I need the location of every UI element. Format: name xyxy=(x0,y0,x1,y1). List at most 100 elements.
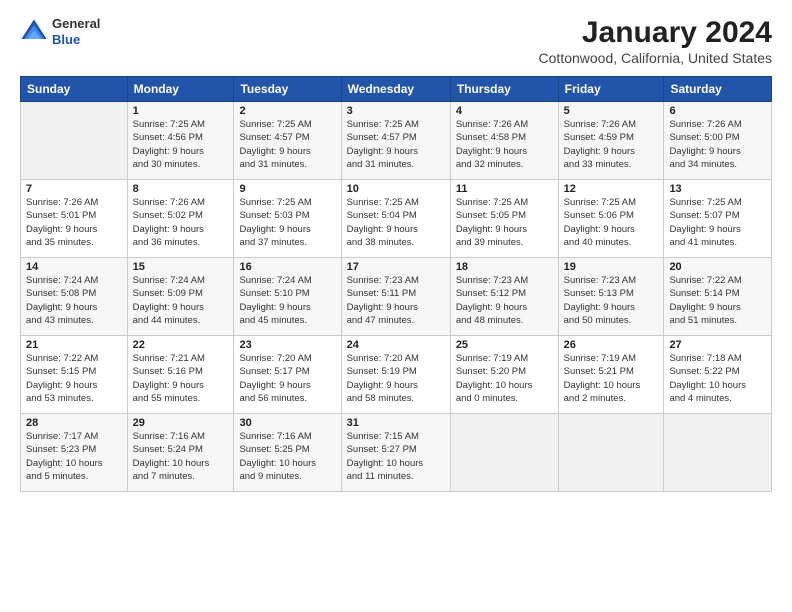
day-info: Sunrise: 7:17 AM Sunset: 5:23 PM Dayligh… xyxy=(26,430,122,483)
calendar-cell: 2Sunrise: 7:25 AM Sunset: 4:57 PM Daylig… xyxy=(234,102,341,180)
day-info: Sunrise: 7:20 AM Sunset: 5:19 PM Dayligh… xyxy=(347,352,445,405)
day-number: 13 xyxy=(669,183,766,195)
week-row-3: 14Sunrise: 7:24 AM Sunset: 5:08 PM Dayli… xyxy=(21,258,772,336)
logo-general-label: General xyxy=(52,16,100,32)
week-row-5: 28Sunrise: 7:17 AM Sunset: 5:23 PM Dayli… xyxy=(21,414,772,492)
day-info: Sunrise: 7:26 AM Sunset: 5:02 PM Dayligh… xyxy=(133,196,229,249)
calendar-cell: 23Sunrise: 7:20 AM Sunset: 5:17 PM Dayli… xyxy=(234,336,341,414)
day-info: Sunrise: 7:24 AM Sunset: 5:10 PM Dayligh… xyxy=(239,274,335,327)
calendar-cell: 31Sunrise: 7:15 AM Sunset: 5:27 PM Dayli… xyxy=(341,414,450,492)
calendar-cell: 27Sunrise: 7:18 AM Sunset: 5:22 PM Dayli… xyxy=(664,336,772,414)
day-info: Sunrise: 7:22 AM Sunset: 5:15 PM Dayligh… xyxy=(26,352,122,405)
day-header-tuesday: Tuesday xyxy=(234,77,341,102)
day-info: Sunrise: 7:23 AM Sunset: 5:12 PM Dayligh… xyxy=(456,274,553,327)
calendar-cell xyxy=(558,414,664,492)
day-header-sunday: Sunday xyxy=(21,77,128,102)
day-info: Sunrise: 7:25 AM Sunset: 4:57 PM Dayligh… xyxy=(347,118,445,171)
day-number: 9 xyxy=(239,183,335,195)
day-info: Sunrise: 7:26 AM Sunset: 4:58 PM Dayligh… xyxy=(456,118,553,171)
day-info: Sunrise: 7:25 AM Sunset: 5:04 PM Dayligh… xyxy=(347,196,445,249)
day-number: 19 xyxy=(564,261,659,273)
logo: General Blue xyxy=(20,16,100,47)
day-header-thursday: Thursday xyxy=(450,77,558,102)
logo-icon xyxy=(20,18,48,46)
day-number: 6 xyxy=(669,105,766,117)
calendar: SundayMondayTuesdayWednesdayThursdayFrid… xyxy=(20,76,772,492)
calendar-cell: 4Sunrise: 7:26 AM Sunset: 4:58 PM Daylig… xyxy=(450,102,558,180)
day-number: 20 xyxy=(669,261,766,273)
week-row-1: 1Sunrise: 7:25 AM Sunset: 4:56 PM Daylig… xyxy=(21,102,772,180)
week-row-4: 21Sunrise: 7:22 AM Sunset: 5:15 PM Dayli… xyxy=(21,336,772,414)
calendar-cell xyxy=(21,102,128,180)
day-number: 17 xyxy=(347,261,445,273)
day-number: 11 xyxy=(456,183,553,195)
calendar-cell: 26Sunrise: 7:19 AM Sunset: 5:21 PM Dayli… xyxy=(558,336,664,414)
day-number: 4 xyxy=(456,105,553,117)
day-number: 16 xyxy=(239,261,335,273)
day-header-saturday: Saturday xyxy=(664,77,772,102)
day-info: Sunrise: 7:20 AM Sunset: 5:17 PM Dayligh… xyxy=(239,352,335,405)
calendar-cell: 30Sunrise: 7:16 AM Sunset: 5:25 PM Dayli… xyxy=(234,414,341,492)
day-number: 26 xyxy=(564,339,659,351)
day-info: Sunrise: 7:16 AM Sunset: 5:25 PM Dayligh… xyxy=(239,430,335,483)
day-number: 24 xyxy=(347,339,445,351)
day-number: 8 xyxy=(133,183,229,195)
subtitle: Cottonwood, California, United States xyxy=(539,50,772,66)
day-number: 3 xyxy=(347,105,445,117)
day-info: Sunrise: 7:21 AM Sunset: 5:16 PM Dayligh… xyxy=(133,352,229,405)
day-number: 14 xyxy=(26,261,122,273)
calendar-cell: 7Sunrise: 7:26 AM Sunset: 5:01 PM Daylig… xyxy=(21,180,128,258)
day-number: 7 xyxy=(26,183,122,195)
day-number: 23 xyxy=(239,339,335,351)
day-info: Sunrise: 7:26 AM Sunset: 4:59 PM Dayligh… xyxy=(564,118,659,171)
day-info: Sunrise: 7:23 AM Sunset: 5:13 PM Dayligh… xyxy=(564,274,659,327)
calendar-cell: 15Sunrise: 7:24 AM Sunset: 5:09 PM Dayli… xyxy=(127,258,234,336)
day-info: Sunrise: 7:25 AM Sunset: 4:57 PM Dayligh… xyxy=(239,118,335,171)
calendar-cell: 5Sunrise: 7:26 AM Sunset: 4:59 PM Daylig… xyxy=(558,102,664,180)
week-row-2: 7Sunrise: 7:26 AM Sunset: 5:01 PM Daylig… xyxy=(21,180,772,258)
day-info: Sunrise: 7:19 AM Sunset: 5:20 PM Dayligh… xyxy=(456,352,553,405)
calendar-cell: 8Sunrise: 7:26 AM Sunset: 5:02 PM Daylig… xyxy=(127,180,234,258)
day-number: 25 xyxy=(456,339,553,351)
day-number: 10 xyxy=(347,183,445,195)
day-info: Sunrise: 7:26 AM Sunset: 5:01 PM Dayligh… xyxy=(26,196,122,249)
day-number: 21 xyxy=(26,339,122,351)
calendar-cell: 1Sunrise: 7:25 AM Sunset: 4:56 PM Daylig… xyxy=(127,102,234,180)
calendar-cell: 24Sunrise: 7:20 AM Sunset: 5:19 PM Dayli… xyxy=(341,336,450,414)
day-info: Sunrise: 7:26 AM Sunset: 5:00 PM Dayligh… xyxy=(669,118,766,171)
calendar-cell xyxy=(664,414,772,492)
calendar-cell: 18Sunrise: 7:23 AM Sunset: 5:12 PM Dayli… xyxy=(450,258,558,336)
calendar-cell: 25Sunrise: 7:19 AM Sunset: 5:20 PM Dayli… xyxy=(450,336,558,414)
calendar-cell: 14Sunrise: 7:24 AM Sunset: 5:08 PM Dayli… xyxy=(21,258,128,336)
day-number: 27 xyxy=(669,339,766,351)
calendar-cell: 3Sunrise: 7:25 AM Sunset: 4:57 PM Daylig… xyxy=(341,102,450,180)
main-title: January 2024 xyxy=(539,16,772,50)
day-info: Sunrise: 7:25 AM Sunset: 5:03 PM Dayligh… xyxy=(239,196,335,249)
calendar-cell: 9Sunrise: 7:25 AM Sunset: 5:03 PM Daylig… xyxy=(234,180,341,258)
day-number: 22 xyxy=(133,339,229,351)
day-info: Sunrise: 7:24 AM Sunset: 5:08 PM Dayligh… xyxy=(26,274,122,327)
title-block: January 2024 Cottonwood, California, Uni… xyxy=(539,16,772,66)
calendar-body: 1Sunrise: 7:25 AM Sunset: 4:56 PM Daylig… xyxy=(21,102,772,492)
day-number: 2 xyxy=(239,105,335,117)
day-info: Sunrise: 7:16 AM Sunset: 5:24 PM Dayligh… xyxy=(133,430,229,483)
day-number: 28 xyxy=(26,417,122,429)
logo-blue-label: Blue xyxy=(52,32,100,48)
day-info: Sunrise: 7:25 AM Sunset: 5:07 PM Dayligh… xyxy=(669,196,766,249)
day-number: 12 xyxy=(564,183,659,195)
day-number: 15 xyxy=(133,261,229,273)
calendar-cell xyxy=(450,414,558,492)
logo-text: General Blue xyxy=(52,16,100,47)
calendar-header: SundayMondayTuesdayWednesdayThursdayFrid… xyxy=(21,77,772,102)
day-number: 1 xyxy=(133,105,229,117)
day-info: Sunrise: 7:25 AM Sunset: 5:05 PM Dayligh… xyxy=(456,196,553,249)
day-info: Sunrise: 7:24 AM Sunset: 5:09 PM Dayligh… xyxy=(133,274,229,327)
header-row: SundayMondayTuesdayWednesdayThursdayFrid… xyxy=(21,77,772,102)
day-info: Sunrise: 7:23 AM Sunset: 5:11 PM Dayligh… xyxy=(347,274,445,327)
calendar-cell: 17Sunrise: 7:23 AM Sunset: 5:11 PM Dayli… xyxy=(341,258,450,336)
calendar-cell: 13Sunrise: 7:25 AM Sunset: 5:07 PM Dayli… xyxy=(664,180,772,258)
day-header-monday: Monday xyxy=(127,77,234,102)
calendar-cell: 16Sunrise: 7:24 AM Sunset: 5:10 PM Dayli… xyxy=(234,258,341,336)
day-info: Sunrise: 7:25 AM Sunset: 5:06 PM Dayligh… xyxy=(564,196,659,249)
day-info: Sunrise: 7:15 AM Sunset: 5:27 PM Dayligh… xyxy=(347,430,445,483)
